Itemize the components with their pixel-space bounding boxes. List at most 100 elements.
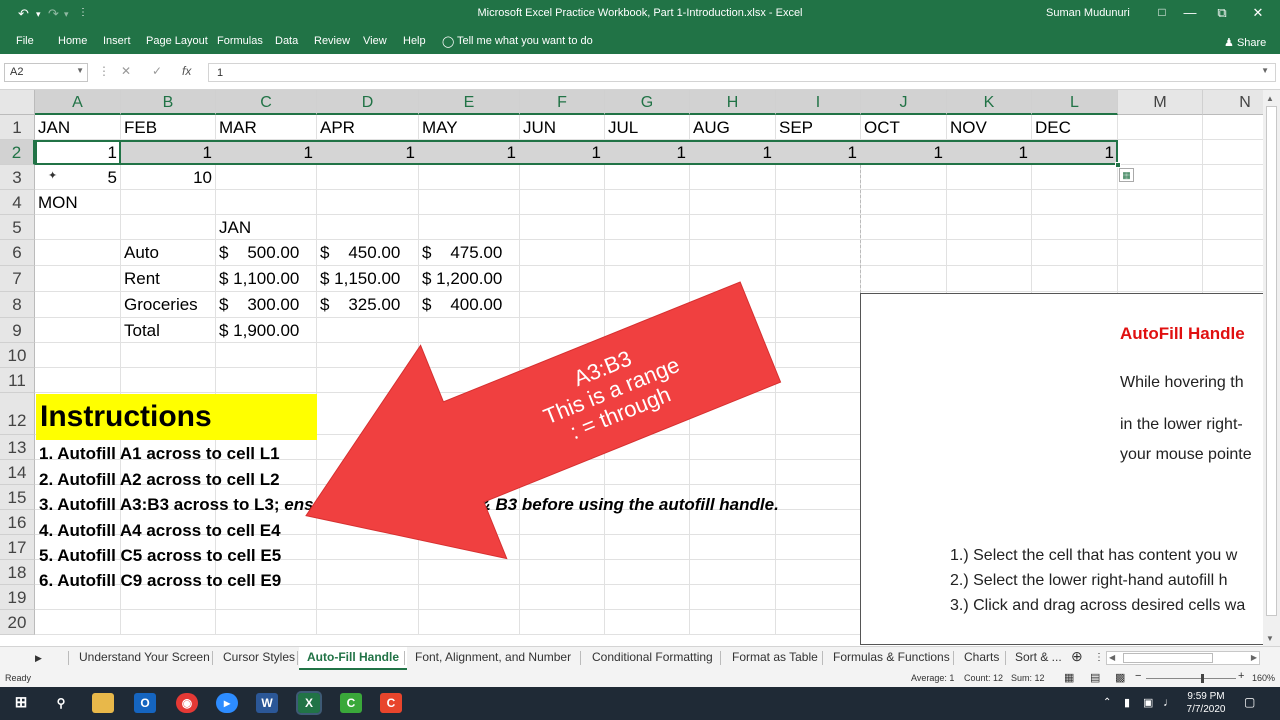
row-header-18[interactable]: 18 — [0, 560, 35, 585]
row-header-19[interactable]: 19 — [0, 585, 35, 610]
row-header-20[interactable]: 20 — [0, 610, 35, 635]
tab-file[interactable]: File — [16, 35, 34, 47]
row-header-11[interactable]: 11 — [0, 368, 35, 393]
column-header-i[interactable]: I — [776, 90, 861, 115]
volume-icon[interactable]: ♩ — [1163, 695, 1175, 709]
sheet-tab[interactable]: Understand Your Screen — [79, 650, 210, 664]
cell-i1[interactable]: SEP — [779, 118, 857, 138]
user-name[interactable]: Suman Mudunuri — [1046, 7, 1130, 19]
status-sum[interactable]: Sum: 12 — [1011, 673, 1045, 683]
cell-k2[interactable]: 1 — [950, 143, 1028, 163]
autofill-text-box[interactable]: AutoFill Handle While hovering th in the… — [860, 293, 1270, 645]
cell-c9[interactable]: $ 1,900.00 — [219, 321, 313, 341]
scroll-right-icon[interactable]: ▶ — [1251, 653, 1257, 662]
cell-a1[interactable]: JAN — [38, 118, 117, 138]
cell-l1[interactable]: DEC — [1035, 118, 1114, 138]
cancel-icon[interactable]: ✕ — [121, 64, 131, 78]
row-header-13[interactable]: 13 — [0, 435, 35, 460]
cell-e6[interactable]: $ 475.00 — [422, 243, 516, 263]
sheet-tab[interactable]: Format as Table — [732, 650, 818, 664]
autofill-options-icon[interactable]: ▦ — [1119, 168, 1134, 182]
row-header-7[interactable]: 7 — [0, 266, 35, 292]
cell-c5[interactable]: JAN — [219, 218, 313, 238]
row-header-15[interactable]: 15 — [0, 485, 35, 510]
zoom-slider[interactable] — [1146, 678, 1236, 679]
cell-d7[interactable]: $ 1,150.00 — [320, 269, 415, 289]
column-header-b[interactable]: B — [121, 90, 216, 115]
insert-function-icon[interactable]: fx — [182, 64, 191, 78]
cell-g1[interactable]: JUL — [608, 118, 686, 138]
tell-me-box[interactable]: Tell me what you want to do — [457, 35, 593, 47]
search-icon[interactable]: ⚲ — [50, 693, 72, 713]
status-average[interactable]: Average: 1 — [911, 673, 954, 683]
sheet-tab[interactable]: Formulas & Functions — [833, 650, 950, 664]
cell-l2[interactable]: 1 — [1035, 143, 1114, 163]
cell-b8[interactable]: Groceries — [124, 295, 212, 315]
tab-page-layout[interactable]: Page Layout — [146, 35, 208, 47]
taskbar-clock[interactable]: 9:59 PM 7/7/2020 — [1186, 690, 1226, 716]
cell-c2[interactable]: 1 — [219, 143, 313, 163]
chevron-down-icon[interactable]: ▼ — [76, 66, 84, 75]
hscroll-thumb[interactable] — [1123, 653, 1213, 663]
cell-e8[interactable]: $ 400.00 — [422, 295, 516, 315]
select-all-corner[interactable] — [0, 90, 35, 115]
column-header-h[interactable]: H — [690, 90, 776, 115]
sheet-tab[interactable]: Cursor Styles — [223, 650, 295, 664]
cell-j2[interactable]: 1 — [864, 143, 943, 163]
column-header-l[interactable]: L — [1032, 90, 1118, 115]
windows-start-icon[interactable]: ⊞ — [10, 693, 32, 713]
cell-c6[interactable]: $ 500.00 — [219, 243, 313, 263]
word-icon[interactable]: W — [256, 693, 278, 713]
tab-data[interactable]: Data — [275, 35, 298, 47]
ribbon-display-icon[interactable]: □ — [1152, 5, 1172, 19]
row-header-6[interactable]: 6 — [0, 240, 35, 266]
cell-b3[interactable]: 10 — [124, 168, 212, 188]
vertical-scrollbar[interactable]: ▲ ▼ — [1263, 90, 1280, 646]
scroll-tabs-right-icon[interactable]: ▶ — [35, 653, 42, 664]
cell-a2[interactable]: 1 — [38, 143, 117, 163]
row-header-4[interactable]: 4 — [0, 190, 35, 215]
scroll-up-icon[interactable]: ▲ — [1266, 94, 1274, 103]
cell-d2[interactable]: 1 — [320, 143, 415, 163]
show-hidden-icons-icon[interactable]: ⌃ — [1103, 697, 1111, 708]
cell-e1[interactable]: MAY — [422, 118, 516, 138]
cell-b7[interactable]: Rent — [124, 269, 212, 289]
cell-b6[interactable]: Auto — [124, 243, 212, 263]
column-header-e[interactable]: E — [419, 90, 520, 115]
sheet-tab[interactable]: Sort & ... — [1015, 650, 1062, 664]
excel-icon[interactable]: X — [296, 691, 322, 715]
tab-insert[interactable]: Insert — [103, 35, 131, 47]
status-count[interactable]: Count: 12 — [964, 673, 1003, 683]
notifications-icon[interactable]: ▢ — [1244, 695, 1255, 709]
scroll-thumb[interactable] — [1266, 106, 1277, 616]
network-icon[interactable]: ▣ — [1143, 696, 1153, 709]
restore-button[interactable]: ⧉ — [1212, 5, 1232, 21]
row-header-10[interactable]: 10 — [0, 343, 35, 368]
column-header-c[interactable]: C — [216, 90, 317, 115]
microphone-icon[interactable]: ▮ — [1124, 696, 1130, 709]
close-button[interactable]: ✕ — [1248, 5, 1268, 21]
column-header-a[interactable]: A — [35, 90, 121, 115]
row-header-14[interactable]: 14 — [0, 460, 35, 485]
page-layout-view-icon[interactable]: ▤ — [1090, 671, 1100, 684]
camtasia-icon[interactable]: C — [380, 693, 402, 713]
scroll-down-icon[interactable]: ▼ — [1266, 634, 1274, 643]
formula-input[interactable]: 1 ▼ — [208, 63, 1276, 82]
row-header-5[interactable]: 5 — [0, 215, 35, 240]
enter-icon[interactable]: ✓ — [152, 64, 162, 78]
cell-b1[interactable]: FEB — [124, 118, 212, 138]
sheet-tab[interactable]: Charts — [964, 650, 999, 664]
row-header-9[interactable]: 9 — [0, 318, 35, 343]
sheet-tab[interactable]: Conditional Formatting — [592, 650, 713, 664]
cell-d6[interactable]: $ 450.00 — [320, 243, 415, 263]
row-header-1[interactable]: 1 — [0, 115, 35, 140]
cell-i2[interactable]: 1 — [779, 143, 857, 163]
zoom-slider-thumb[interactable] — [1201, 674, 1204, 683]
file-explorer-icon[interactable] — [92, 693, 114, 713]
sheet-tab-active[interactable]: Auto-Fill Handle — [299, 647, 407, 670]
cell-a4[interactable]: MON — [38, 193, 117, 213]
cell-h2[interactable]: 1 — [693, 143, 772, 163]
cell-e2[interactable]: 1 — [422, 143, 516, 163]
tab-home[interactable]: Home — [58, 35, 87, 47]
worksheet-grid[interactable]: ABCDEFGHIJKLMN 1 2 3 4 5 6 7 8 9 10 11 12 13 14 15 16 17… — [0, 90, 1280, 646]
